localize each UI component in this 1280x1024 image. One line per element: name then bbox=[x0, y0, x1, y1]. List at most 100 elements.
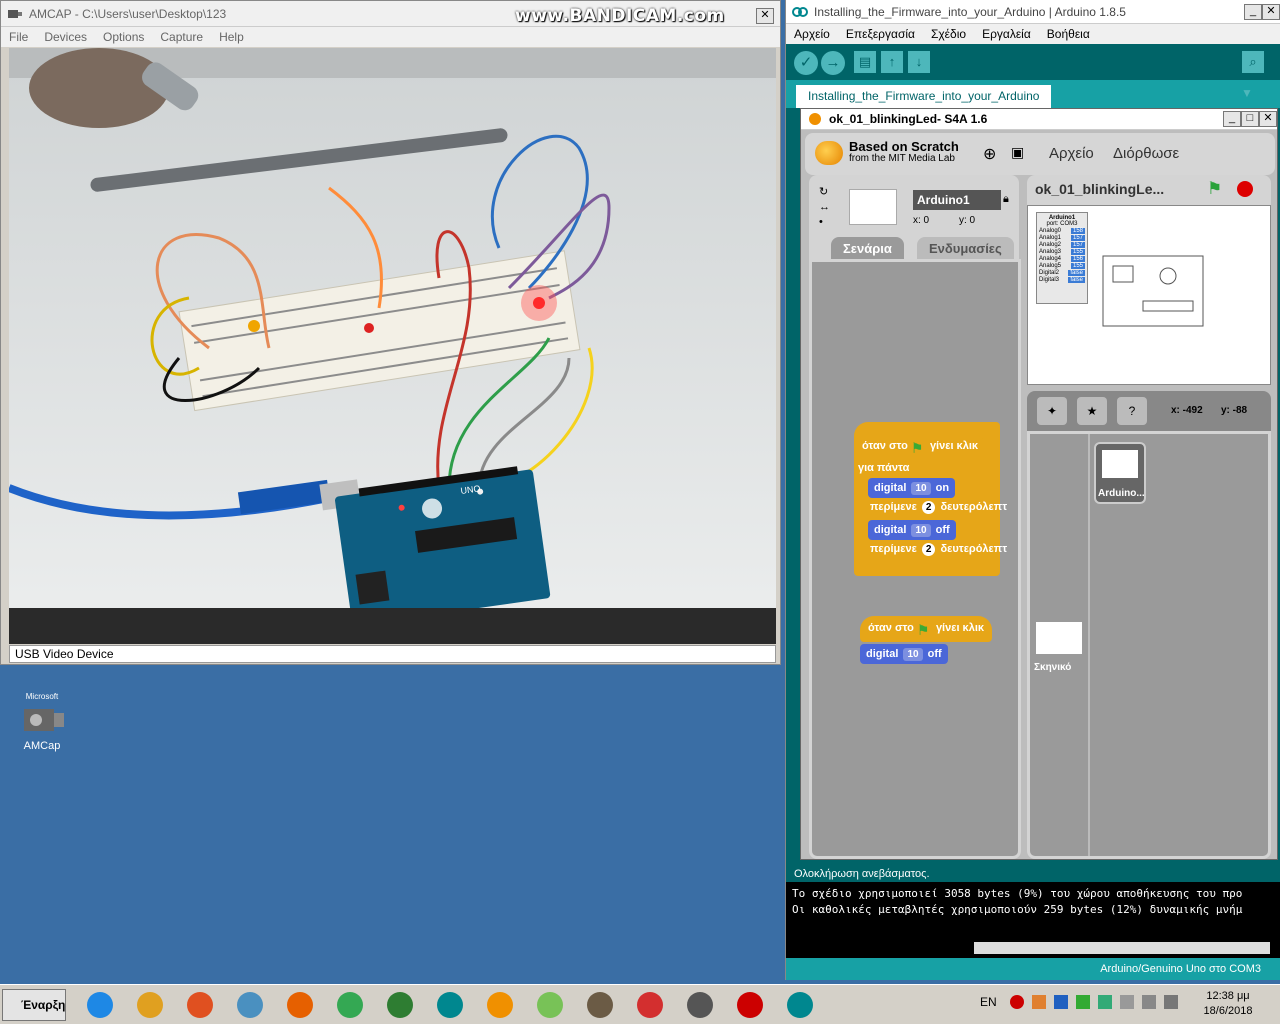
stop-icon[interactable] bbox=[1237, 181, 1253, 197]
chrome-icon[interactable] bbox=[330, 989, 370, 1021]
tab-menu-icon[interactable]: ▼ bbox=[1241, 86, 1253, 100]
lock-icon[interactable]: 🔒︎ bbox=[1003, 193, 1009, 206]
clock-time: 12:38 μμ bbox=[1206, 990, 1250, 1002]
network-icon[interactable] bbox=[1054, 995, 1068, 1009]
pin-dropdown[interactable]: 10 bbox=[911, 524, 931, 537]
block-text: digital bbox=[874, 524, 907, 536]
arduino-toolbar: ✓ → ▤ ↑ ↓ ⌕ bbox=[786, 44, 1280, 80]
arrow-app-icon[interactable] bbox=[630, 989, 670, 1021]
menu-capture[interactable]: Capture bbox=[152, 30, 211, 44]
menu-edit[interactable]: Επεξεργασία bbox=[838, 27, 923, 41]
arduino-icon-2[interactable] bbox=[780, 989, 820, 1021]
open-icon[interactable]: ↑ bbox=[881, 51, 903, 73]
console-line: Το σχέδιο χρησιμοποιεί 3058 bytes (9%) τ… bbox=[792, 887, 1243, 900]
ie-icon[interactable] bbox=[80, 989, 120, 1021]
record-icon[interactable] bbox=[1010, 995, 1024, 1009]
menu-options[interactable]: Options bbox=[95, 30, 152, 44]
package-icon[interactable] bbox=[1032, 995, 1046, 1009]
minimize-icon[interactable]: _ bbox=[1244, 4, 1262, 20]
wait-value[interactable]: 2 bbox=[921, 543, 936, 556]
s4a-titlebar[interactable]: ok_01_blinkingLed- S4A 1.6 bbox=[801, 109, 1277, 130]
android-icon[interactable] bbox=[530, 989, 570, 1021]
when-flag-clicked-block[interactable]: όταν στο ⚑ γίνει κλικ bbox=[860, 616, 993, 642]
when-flag-clicked-block[interactable]: όταν στο ⚑ γίνει κλικ bbox=[854, 434, 987, 460]
forever-block[interactable]: για πάντα bbox=[858, 462, 909, 474]
scripts-area[interactable]: όταν στο ⚑ γίνει κλικ για πάντα digital … bbox=[809, 259, 1021, 859]
menu-file[interactable]: Αρχείο bbox=[786, 27, 838, 41]
digital-off-block[interactable]: digital 10 off bbox=[868, 520, 956, 540]
menu-help[interactable]: Help bbox=[211, 30, 252, 44]
sprite-x: x: 0 bbox=[913, 215, 930, 226]
mouse-x: x: -492 bbox=[1171, 405, 1203, 416]
menu-help[interactable]: Βοήθεια bbox=[1039, 27, 1098, 41]
maximize-icon[interactable]: □ bbox=[1241, 111, 1259, 127]
gimp-icon[interactable] bbox=[580, 989, 620, 1021]
clock-date: 18/6/2018 bbox=[1203, 1005, 1253, 1017]
menu-file[interactable]: File bbox=[1, 30, 36, 44]
language-indicator[interactable]: EN bbox=[980, 995, 997, 1009]
wait-block[interactable]: περίμενε 2 δευτερόλεπτ bbox=[870, 501, 1007, 514]
arduino-titlebar[interactable]: Installing_the_Firmware_into_your_Arduin… bbox=[786, 0, 1280, 24]
menu-edit[interactable]: Διόρθωσε bbox=[1113, 145, 1179, 162]
close-icon[interactable]: ✕ bbox=[1259, 111, 1277, 127]
close-icon[interactable]: ✕ bbox=[1262, 4, 1280, 20]
tree-app-icon[interactable] bbox=[380, 989, 420, 1021]
sketch-tab[interactable]: Installing_the_Firmware_into_your_Arduin… bbox=[796, 85, 1052, 108]
wait-block[interactable]: περίμενε 2 δευτερόλεπτ bbox=[870, 543, 1007, 556]
stage-column: Σκηνικό bbox=[1030, 434, 1090, 856]
control-panel-icon[interactable] bbox=[230, 989, 270, 1021]
clock[interactable]: 12:38 μμ 18/6/2018 bbox=[1200, 989, 1256, 1019]
rotation-icon[interactable]: ↻ ↔ • bbox=[819, 185, 830, 230]
arduino-logo-icon bbox=[792, 5, 808, 19]
explorer-icon[interactable] bbox=[130, 989, 170, 1021]
new-icon[interactable]: ▤ bbox=[854, 51, 876, 73]
media-player-icon[interactable] bbox=[180, 989, 220, 1021]
digital-on-block[interactable]: digital 10 on bbox=[868, 478, 956, 498]
flag-icon[interactable] bbox=[1164, 995, 1178, 1009]
stage-label: Σκηνικό bbox=[1034, 662, 1072, 673]
amcap-icon[interactable] bbox=[680, 989, 720, 1021]
pin-dropdown[interactable]: 10 bbox=[903, 648, 923, 661]
arduino-icon-glyph bbox=[437, 992, 463, 1018]
usb-icon[interactable] bbox=[1120, 995, 1134, 1009]
tab-scripts[interactable]: Σενάρια bbox=[831, 237, 904, 261]
globe-icon[interactable]: ⊕ bbox=[983, 144, 996, 164]
gimp-icon-glyph bbox=[587, 992, 613, 1018]
s4a-icon[interactable] bbox=[480, 989, 520, 1021]
green-flag-icon[interactable]: ⚑ bbox=[1207, 179, 1222, 199]
recycle-icon[interactable] bbox=[1098, 995, 1112, 1009]
update-icon[interactable] bbox=[1076, 995, 1090, 1009]
menu-file[interactable]: Αρχείο bbox=[1049, 145, 1094, 162]
firefox-icon[interactable] bbox=[280, 989, 320, 1021]
sprite-thumbnail[interactable]: Arduino... bbox=[1094, 442, 1146, 504]
bandicam-watermark: www.BANDICAM.com bbox=[515, 6, 725, 26]
wait-value[interactable]: 2 bbox=[921, 501, 936, 514]
upload-icon[interactable]: → bbox=[821, 51, 845, 75]
tab-costumes[interactable]: Ενδυμασίες bbox=[917, 237, 1014, 261]
paint-sprite-icon[interactable]: ✦ bbox=[1037, 397, 1067, 425]
minimize-icon[interactable]: _ bbox=[1223, 111, 1241, 127]
bandicam-icon[interactable] bbox=[730, 989, 770, 1021]
menu-tools[interactable]: Εργαλεία bbox=[974, 27, 1039, 41]
console-scrollbar[interactable] bbox=[974, 942, 1270, 954]
save-icon[interactable]: ▣ bbox=[1011, 144, 1024, 161]
choose-sprite-icon[interactable]: ★ bbox=[1077, 397, 1107, 425]
digital-off-block[interactable]: digital 10 off bbox=[860, 644, 948, 664]
pin-dropdown[interactable]: 10 bbox=[911, 482, 931, 495]
console-status: Ολοκλήρωση ανεβάσματος. bbox=[786, 858, 1280, 882]
stage-thumbnail[interactable] bbox=[1036, 622, 1082, 654]
menu-sketch[interactable]: Σχέδιο bbox=[923, 27, 974, 41]
menu-devices[interactable]: Devices bbox=[36, 30, 95, 44]
start-button[interactable]: Έναρξη bbox=[2, 989, 66, 1021]
close-icon[interactable]: ✕ bbox=[756, 8, 774, 24]
desktop-icon-amcap[interactable]: Microsoft AMCap bbox=[14, 692, 70, 752]
sprite-name-input[interactable]: Arduino1 bbox=[913, 190, 1001, 210]
arduino-icon[interactable] bbox=[430, 989, 470, 1021]
verify-icon[interactable]: ✓ bbox=[794, 51, 818, 75]
surprise-sprite-icon[interactable]: ? bbox=[1117, 397, 1147, 425]
serial-monitor-icon[interactable]: ⌕ bbox=[1242, 51, 1264, 73]
stage[interactable]: Arduino1 port: COM3 Analog0 158 Analog1 157… bbox=[1027, 205, 1271, 385]
save-icon[interactable]: ↓ bbox=[908, 51, 930, 73]
volume-icon[interactable] bbox=[1142, 995, 1156, 1009]
s4a-icon-glyph bbox=[487, 992, 513, 1018]
